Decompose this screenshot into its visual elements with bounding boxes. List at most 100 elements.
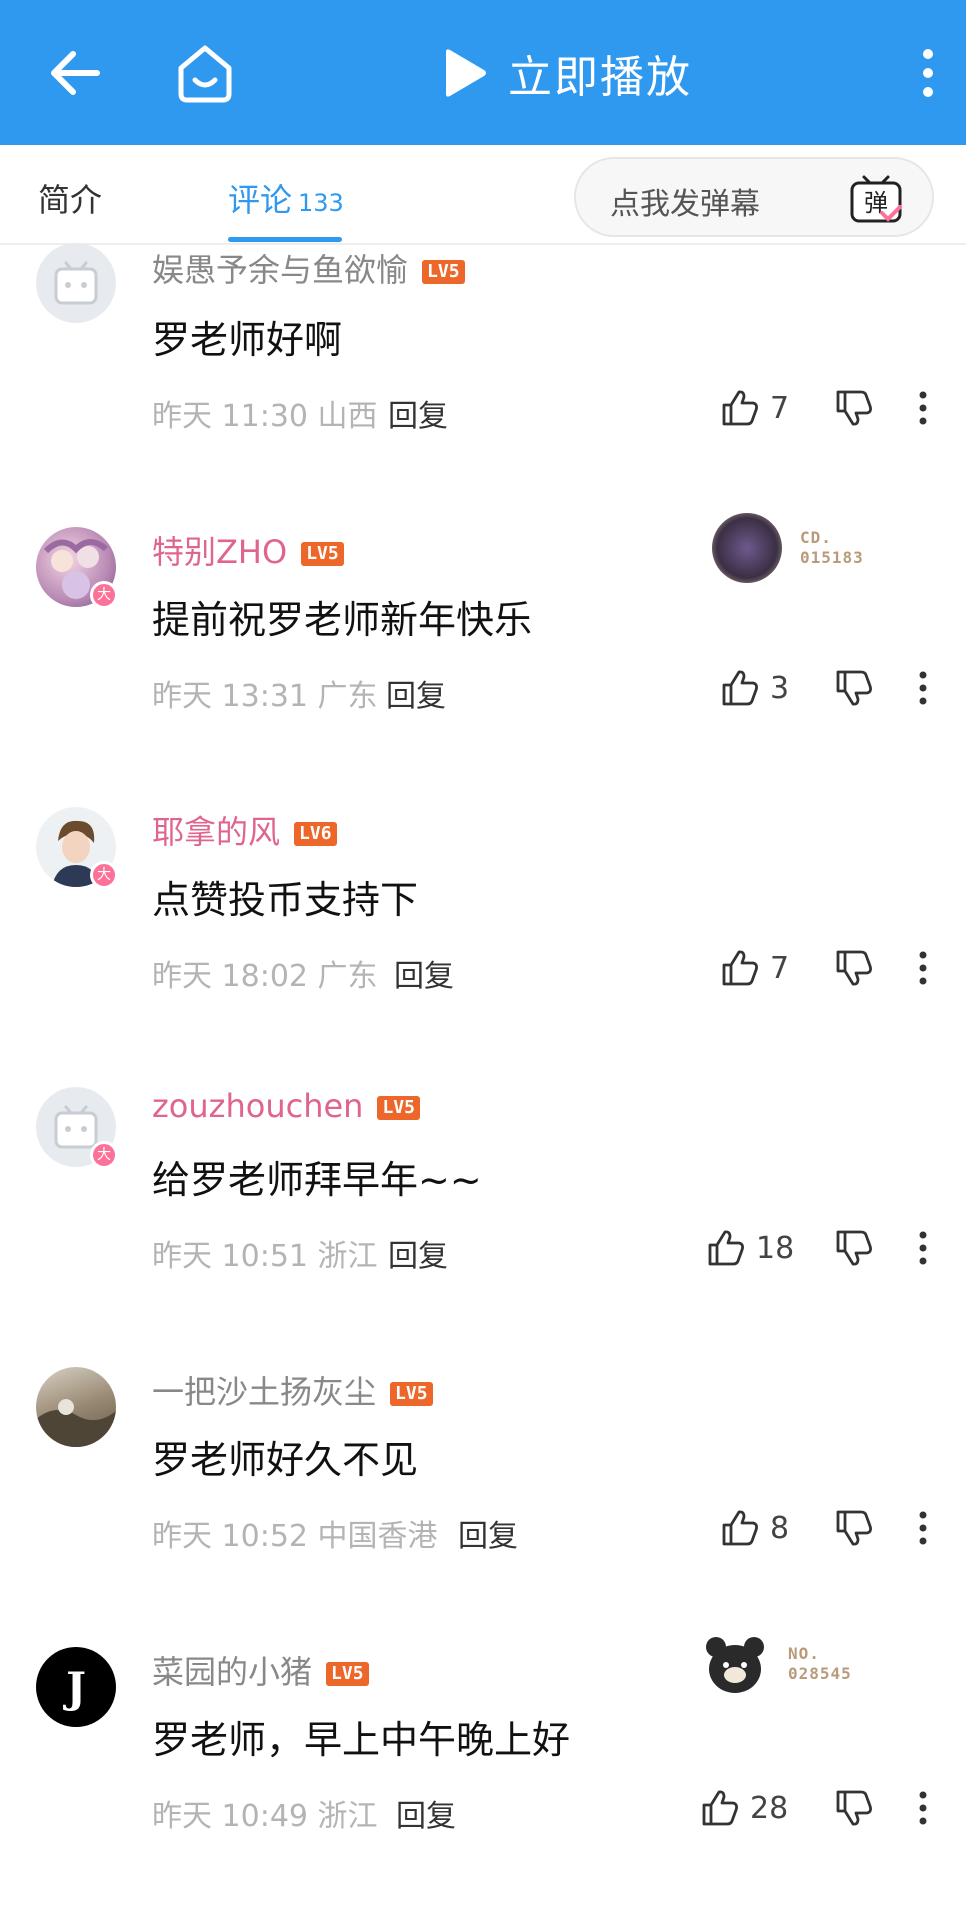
comment-location: 浙江 [317, 1799, 378, 1834]
username-text: 一把沙土扬灰尘 [152, 1373, 377, 1411]
username-text: 菜园的小猪 [152, 1653, 313, 1691]
comment-time: 昨天 10:49 [152, 1799, 308, 1834]
vip-badge: 大 [90, 861, 118, 889]
comment-more-button[interactable] [908, 663, 938, 713]
like-count: 28 [750, 1790, 789, 1826]
reply-button[interactable]: 回复 [396, 1791, 456, 1835]
thumbs-down-icon [836, 390, 872, 426]
comment-more-button[interactable] [908, 1783, 938, 1833]
reply-button[interactable]: 回复 [388, 391, 448, 435]
danmaku-placeholder: 点我发弹幕 [610, 187, 760, 222]
like-button[interactable]: 28 [700, 1783, 788, 1833]
comment-more-button[interactable] [908, 943, 938, 993]
comment-time: 昨天 18:02 [152, 959, 308, 994]
like-button[interactable]: 3 [720, 663, 789, 713]
level-badge: LV5 [390, 1382, 433, 1406]
fan-medal-badge: NO. 028545 [700, 1629, 852, 1699]
like-button[interactable]: 7 [720, 943, 789, 993]
thumbs-up-icon [702, 1790, 738, 1826]
home-tv-icon [178, 45, 232, 103]
username[interactable]: 特别ZHO LV5 [152, 527, 344, 573]
username[interactable]: 一把沙土扬灰尘 LV5 [152, 1367, 433, 1413]
like-button[interactable]: 7 [720, 383, 789, 433]
comment-meta: 昨天 10:49 浙江 [152, 1791, 378, 1835]
reply-button[interactable]: 回复 [394, 951, 454, 995]
thumbs-up-icon [722, 390, 758, 426]
username-text: zouzhouchen [152, 1087, 364, 1125]
tab-intro[interactable]: 简介 [38, 175, 102, 221]
comment-meta: 昨天 11:30 山西 [152, 391, 378, 435]
avatar[interactable]: 大 [36, 527, 118, 609]
username[interactable]: 娱愚予余与鱼欲愉 LV5 [152, 245, 465, 291]
thumbs-down-icon [836, 1230, 872, 1266]
danmaku-icon[interactable]: 弹 [848, 171, 904, 227]
thumbs-down-icon [836, 1790, 872, 1826]
reply-button[interactable]: 回复 [458, 1511, 518, 1555]
fan-medal-image [712, 513, 782, 583]
active-tab-indicator [228, 237, 342, 242]
dislike-button[interactable] [832, 943, 876, 993]
username-text: 娱愚予余与鱼欲愉 [152, 251, 409, 289]
username[interactable]: zouzhouchen LV5 [152, 1087, 420, 1125]
back-button[interactable] [40, 38, 110, 108]
tab-comments[interactable]: 评论 133 [228, 175, 344, 221]
tab-intro-label: 简介 [38, 181, 103, 219]
comment-text: 罗老师好久不见 [152, 1438, 419, 1482]
dislike-button[interactable] [832, 1223, 876, 1273]
comment-location: 山西 [317, 399, 378, 434]
play-now-button[interactable]: 立即播放 [440, 30, 692, 116]
more-vertical-icon [919, 1791, 927, 1825]
more-vertical-icon [919, 951, 927, 985]
username[interactable]: 耶拿的风 LV6 [152, 807, 337, 853]
level-badge: LV5 [326, 1662, 369, 1686]
username-text: 特别ZHO [152, 533, 288, 571]
level-badge: LV6 [294, 822, 337, 846]
comment-location: 广东 [317, 959, 378, 994]
dislike-button[interactable] [832, 1783, 876, 1833]
like-count: 7 [770, 950, 790, 986]
comment-text: 罗老师，早上中午晚上好 [152, 1718, 571, 1762]
username[interactable]: 菜园的小猪 LV5 [152, 1647, 369, 1693]
comment-location: 浙江 [317, 1239, 378, 1274]
like-button[interactable]: 8 [720, 1503, 789, 1553]
comment-more-button[interactable] [908, 1503, 938, 1553]
avatar[interactable] [36, 243, 116, 323]
comment-time: 昨天 13:31 [152, 679, 308, 714]
thumbs-down-icon [836, 950, 872, 986]
default-avatar-icon [36, 243, 116, 323]
thumbs-up-icon [722, 1510, 758, 1546]
dislike-button[interactable] [832, 383, 876, 433]
comment-item: J 菜园的小猪 LV5 NO. 028545 罗老师，早上中午晚上好 昨天 10:… [0, 1629, 966, 1923]
comment-item: 大 zouzhouchen LV5 给罗老师拜早年~~ 昨天 10:51 浙江 回… [0, 1083, 966, 1363]
more-vertical-icon [923, 49, 933, 97]
comment-more-button[interactable] [908, 383, 938, 433]
arrow-left-icon [51, 51, 100, 95]
comment-location: 广东 [317, 679, 378, 714]
dislike-button[interactable] [832, 1503, 876, 1553]
comment-item: 娱愚予余与鱼欲愉 LV5 罗老师好啊 昨天 11:30 山西 回复 7 [0, 243, 966, 523]
avatar[interactable]: 大 [36, 807, 118, 889]
comment-time: 昨天 10:51 [152, 1239, 308, 1274]
comment-item: 大 耶拿的风 LV6 点赞投币支持下 昨天 18:02 广东 回复 7 [0, 803, 966, 1083]
home-button[interactable] [165, 36, 245, 110]
comment-meta: 昨天 10:51 浙江 [152, 1231, 378, 1275]
username-text: 耶拿的风 [152, 813, 281, 851]
like-count: 18 [756, 1230, 795, 1266]
reply-button[interactable]: 回复 [388, 1231, 448, 1275]
avatar[interactable]: J [36, 1647, 116, 1727]
more-menu-button[interactable] [908, 40, 948, 106]
avatar[interactable]: 大 [36, 1087, 118, 1169]
comment-text: 提前祝罗老师新年快乐 [152, 598, 533, 642]
like-button[interactable]: 18 [706, 1223, 794, 1273]
like-count: 3 [770, 670, 790, 706]
comment-more-button[interactable] [908, 1223, 938, 1273]
dislike-button[interactable] [832, 663, 876, 713]
danmaku-input[interactable]: 点我发弹幕 弹 [574, 157, 934, 237]
comment-item: 大 特别ZHO LV5 CD. 015183 提前祝罗老师新年快乐 昨天 13:3… [0, 513, 966, 803]
comment-item: 一把沙土扬灰尘 LV5 罗老师好久不见 昨天 10:52 中国香港 回复 8 [0, 1363, 966, 1643]
more-vertical-icon [919, 1511, 927, 1545]
thumbs-down-icon [836, 670, 872, 706]
play-now-label: 立即播放 [508, 52, 692, 103]
avatar[interactable] [36, 1367, 116, 1447]
reply-button[interactable]: 回复 [386, 671, 446, 715]
